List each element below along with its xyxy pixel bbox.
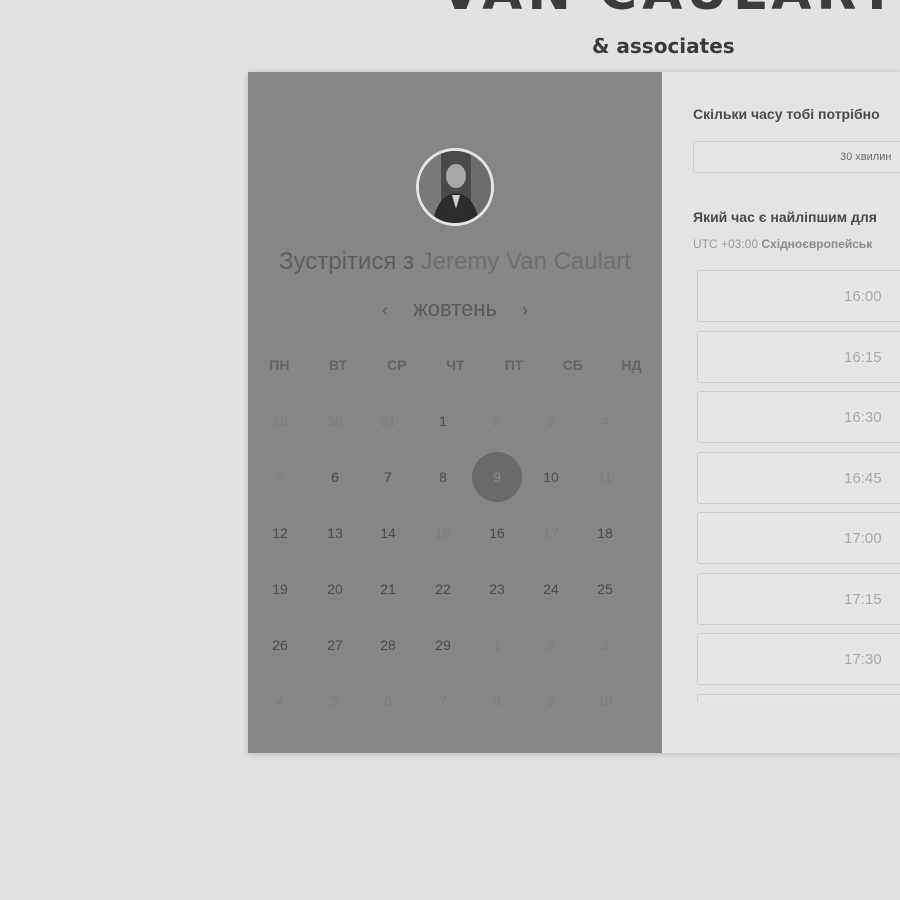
calendar-day[interactable]: 23 <box>472 564 522 614</box>
calendar-day[interactable]: 26 <box>255 620 305 670</box>
calendar-day: 15 <box>435 525 451 541</box>
host-photo-icon <box>419 151 491 223</box>
meeting-title: Зустрітися з Jeremy Van Caulart <box>248 248 662 276</box>
calendar-day[interactable]: 21 <box>363 564 413 614</box>
calendar-panel: Зустрітися з Jeremy Van Caulart ‹ жовтен… <box>248 72 662 753</box>
time-slot-label: 16:45 <box>844 469 882 487</box>
time-slot-label: 17:00 <box>844 530 882 547</box>
host-name: Jeremy Van Caulart <box>420 248 631 275</box>
time-question: Який час є найліпшим для <box>693 209 877 225</box>
calendar-day[interactable]: 20 <box>310 564 360 614</box>
timezone-name: Східноєвропейськ <box>761 237 873 251</box>
brand-subtitle: & associates <box>592 34 735 58</box>
calendar-day[interactable]: 28 <box>363 620 413 670</box>
weekday-sun: НД <box>621 357 642 373</box>
weekday-thu: ЧТ <box>446 357 465 373</box>
time-slot-button[interactable]: 16:30 <box>697 391 900 443</box>
calendar-day: 2 <box>493 413 501 429</box>
calendar-day: 3 <box>547 413 555 429</box>
calendar-day[interactable]: 24 <box>526 564 576 614</box>
calendar-day: 9 <box>547 693 555 709</box>
weekday-fri: ПТ <box>504 357 524 373</box>
calendar-day: 4 <box>276 693 284 709</box>
booking-page: VAN CAULART & associates Зустрітися з Je… <box>0 0 900 900</box>
calendar-day: 5 <box>331 693 339 709</box>
calendar-day: 4 <box>601 413 609 429</box>
calendar-day-selected[interactable]: 9 <box>472 452 522 502</box>
time-slot-button[interactable]: 17:15 <box>697 572 900 625</box>
brand-logo: VAN CAULART <box>380 0 900 22</box>
calendar-day[interactable]: 10 <box>526 452 576 502</box>
calendar-day: 6 <box>384 693 392 709</box>
calendar-day[interactable]: 14 <box>363 508 413 558</box>
duration-question: Скільки часу тобі потрібно <box>693 106 880 122</box>
calendar-day[interactable]: 8 <box>418 452 468 502</box>
calendar-day: 7 <box>439 693 447 709</box>
time-slot-label: 16:15 <box>844 348 882 366</box>
duration-select[interactable]: 30 хвилин <box>693 141 900 173</box>
booking-card: Зустрітися з Jeremy Van Caulart ‹ жовтен… <box>248 72 900 753</box>
calendar-day: 8 <box>493 693 501 709</box>
weekday-tue: ВТ <box>328 357 348 373</box>
weekday-wed: СР <box>386 357 407 373</box>
calendar-day[interactable]: 18 <box>580 508 630 558</box>
time-slot-button[interactable]: 16:00 <box>697 270 900 322</box>
calendar-day: 3 <box>601 637 609 653</box>
calendar-day[interactable]: 6 <box>310 452 360 502</box>
time-slot-label: 16:00 <box>844 288 882 305</box>
weekday-sat: СБ <box>562 357 583 373</box>
calendar-day: 17 <box>543 525 559 541</box>
host-avatar <box>416 148 494 226</box>
calendar-day: 31 <box>380 413 396 429</box>
calendar-day[interactable]: 7 <box>363 452 413 502</box>
time-slot-label: 17:30 <box>844 651 882 668</box>
time-slot-label: 17:15 <box>844 590 882 608</box>
timezone-offset: UTC +03:00 <box>693 237 759 251</box>
calendar-day[interactable]: 16 <box>472 508 522 558</box>
time-panel: Скільки часу тобі потрібно 30 хвилин Яки… <box>662 72 900 753</box>
calendar-day: 29 <box>272 413 288 429</box>
meeting-title-prefix: Зустрітися з <box>279 248 414 275</box>
calendar-day[interactable]: 13 <box>310 508 360 558</box>
time-slot-button[interactable]: 17:00 <box>697 512 900 564</box>
time-slot-list: 16:00 16:15 16:30 16:45 17:00 17:15 17:30 <box>697 270 900 702</box>
weekday-header: ПН ВТ СР ЧТ ПТ СБ НД <box>250 357 662 373</box>
chevron-right-icon[interactable]: › <box>513 300 537 321</box>
calendar-day: 11 <box>597 469 613 485</box>
month-navigation: ‹ жовтень › <box>248 296 662 322</box>
calendar-day[interactable]: 27 <box>310 620 360 670</box>
calendar-day: 1 <box>493 637 501 653</box>
calendar-day[interactable]: 22 <box>418 564 468 614</box>
calendar-day[interactable]: 29 <box>418 620 468 670</box>
calendar-day: 5 <box>276 469 284 485</box>
calendar-day: 2 <box>547 637 555 653</box>
weekday-mon: ПН <box>269 357 290 373</box>
time-slot-button[interactable]: 16:45 <box>697 451 900 504</box>
calendar-day[interactable]: 25 <box>580 564 630 614</box>
timezone-label: UTC +03:00 Східноєвропейськ <box>693 237 872 251</box>
time-slot-label: 16:30 <box>844 409 882 426</box>
time-slot-button[interactable]: 17:30 <box>697 633 900 685</box>
calendar-day[interactable]: 12 <box>255 508 305 558</box>
duration-value: 30 хвилин <box>840 151 892 163</box>
calendar-day[interactable]: 19 <box>255 564 305 614</box>
chevron-left-icon[interactable]: ‹ <box>373 300 397 321</box>
calendar-day: 10 <box>597 693 613 709</box>
month-label: жовтень <box>413 296 497 321</box>
calendar-day: 30 <box>327 413 343 429</box>
time-slot-button[interactable] <box>697 693 900 702</box>
calendar-day[interactable]: 1 <box>418 396 468 446</box>
time-slot-button[interactable]: 16:15 <box>697 330 900 383</box>
